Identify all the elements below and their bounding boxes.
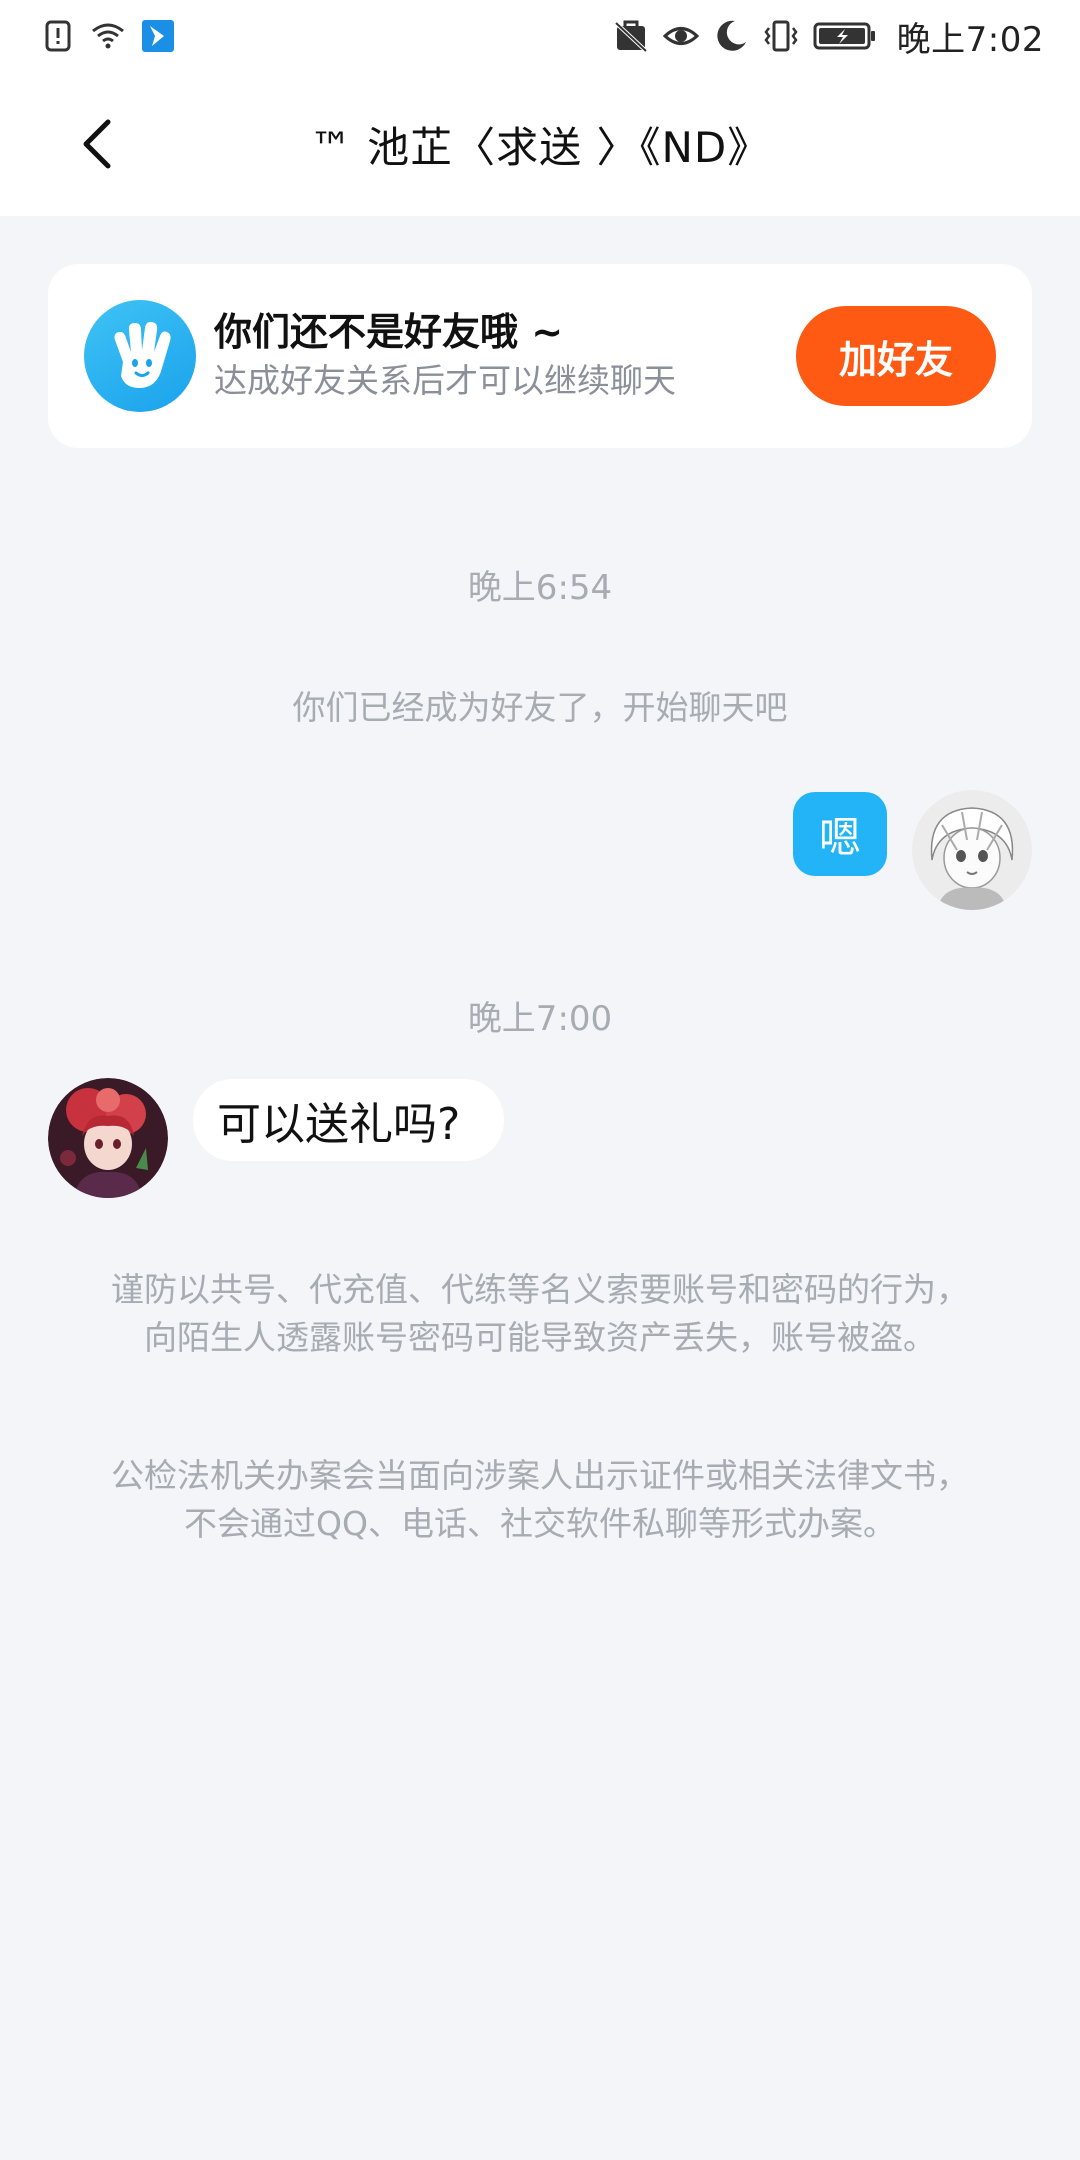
banner-subtitle: 达成好友关系后才可以继续聊天 [214, 361, 676, 400]
status-bar: 晚上7:02 [0, 0, 1080, 72]
security-warning: 谨防以共号、代充值、代练等名义索要账号和密码的行为，向陌生人透露账号密码可能导致… [111, 1270, 969, 1357]
battery-icon [813, 18, 877, 54]
wifi-icon [90, 18, 126, 54]
status-time: 晚上7:02 [896, 19, 1044, 60]
status-left-icons [40, 18, 176, 54]
banner-title: 你们还不是好友哦 ~ [214, 310, 564, 354]
no-notification-icon [613, 18, 649, 54]
moon-icon [713, 18, 749, 54]
timestamp-label: 晚上7:00 [467, 999, 613, 1039]
back-button[interactable] [70, 116, 126, 172]
chevron-left-icon [83, 119, 111, 169]
banner-text: 你们还不是好友哦 ~ 达成好友关系后才可以继续聊天 [214, 307, 796, 405]
eye-icon [662, 18, 699, 54]
contact-avatar[interactable] [48, 1078, 168, 1198]
status-right-icons: 晚上7:02 [613, 12, 1044, 61]
hand-wave-icon [84, 300, 196, 412]
add-friend-button[interactable]: 加好友 [796, 306, 996, 406]
incoming-message-bubble[interactable]: 可以送礼吗? [193, 1079, 505, 1161]
my-avatar[interactable] [912, 790, 1032, 910]
system-message: 你们已经成为好友了，开始聊天吧 [292, 688, 788, 727]
timestamp-label: 晚上6:54 [467, 568, 613, 608]
outgoing-message-bubble[interactable]: 嗯 [792, 792, 887, 876]
not-friend-banner: 你们还不是好友哦 ~ 达成好友关系后才可以继续聊天 加好友 [48, 264, 1032, 448]
legal-warning: 公检法机关办案会当面向涉案人出示证件或相关法律文书，不会通过QQ、电话、社交软件… [111, 1456, 969, 1543]
app-notification-icon [140, 18, 176, 54]
chat-title[interactable]: ™ 池芷〈求送 〉《ND》 [310, 114, 770, 175]
vibrate-icon [763, 18, 799, 54]
sim-alert-icon [40, 18, 76, 54]
chat-header: ™ 池芷〈求送 〉《ND》 [0, 72, 1080, 216]
